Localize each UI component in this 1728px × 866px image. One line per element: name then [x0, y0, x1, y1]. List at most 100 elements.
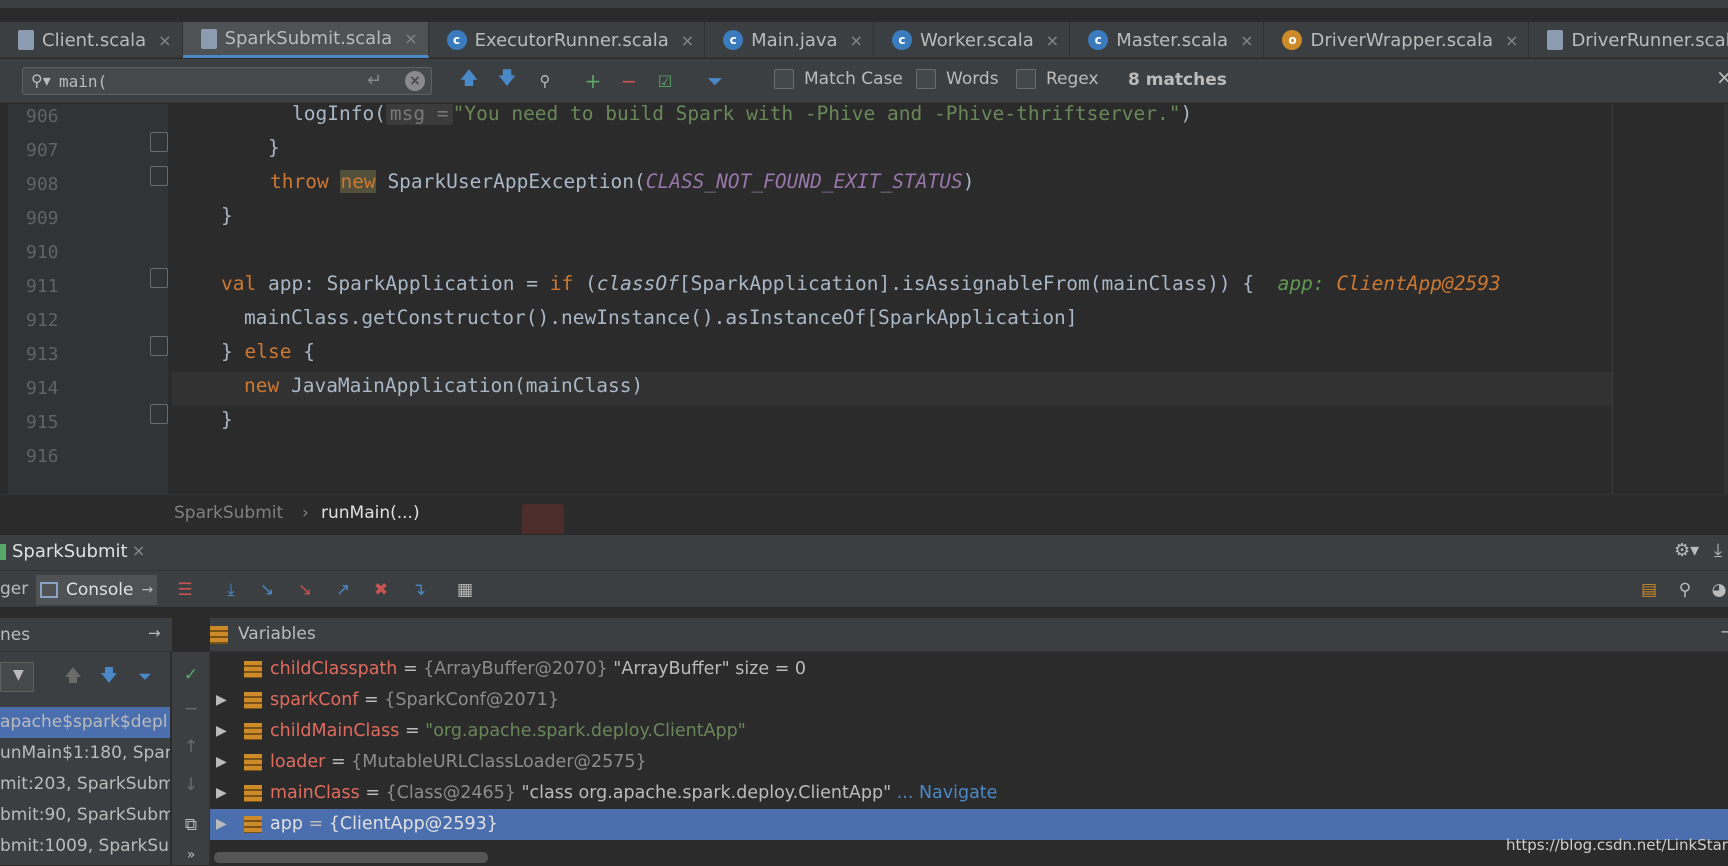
frame-label: apache$spark$depl	[0, 712, 168, 732]
previous-occurrence-icon[interactable]: 🡅	[458, 67, 480, 95]
variable-row[interactable]: ▶ mainClass = {Class@2465} "class org.ap…	[210, 778, 1728, 809]
find-bar: ⚲▾ main( ↵ × 🡅 🡇 ⚲ + − ☑ ⏷ Match Case Wo…	[0, 59, 1728, 103]
checkbox-box[interactable]	[774, 69, 794, 89]
expand-arrow-icon[interactable]: ▶	[216, 809, 227, 840]
tab-client-scala[interactable]: Client.scala ×	[0, 22, 183, 58]
session-tab-label[interactable]: SparkSubmit	[12, 541, 128, 562]
close-icon[interactable]: ×	[681, 31, 694, 50]
tab-main-java[interactable]: c Main.java ×	[705, 22, 874, 58]
tab-master-scala[interactable]: c Master.scala ×	[1070, 22, 1265, 58]
filter-icon[interactable]: ⏷	[702, 67, 728, 95]
evaluate-expression-icon[interactable]: ▦	[454, 579, 476, 601]
search-icon[interactable]: ⚲▾	[31, 71, 51, 90]
class-icon: c	[446, 30, 467, 50]
tab-executorrunner-scala[interactable]: c ExecutorRunner.scala ×	[429, 22, 706, 58]
breadcrumb-method[interactable]: runMain(...)	[321, 503, 420, 523]
pin-icon[interactable]: →	[148, 624, 161, 642]
run-to-cursor-icon[interactable]: ↴	[408, 579, 430, 601]
frame-row[interactable]: bmit:90, SparkSubmi	[0, 800, 170, 831]
filter-icon[interactable]: ⏷	[134, 666, 156, 688]
tab-console[interactable]: Console →	[36, 575, 158, 605]
regex-checkbox[interactable]: Regex	[1016, 69, 1099, 89]
frame-row[interactable]: mit:203, SparkSubmit	[0, 769, 170, 800]
minimize-icon[interactable]: ⤓	[1714, 540, 1722, 561]
navigate-link[interactable]: ... Navigate	[891, 783, 998, 803]
tab-debugger[interactable]: ger	[0, 579, 28, 599]
move-up-icon[interactable]: ↑	[180, 736, 202, 758]
close-icon[interactable]: ×	[132, 541, 145, 560]
memory-icon[interactable]: ◕	[1708, 579, 1728, 601]
fold-marker-icon[interactable]	[150, 404, 168, 424]
constant: CLASS_NOT_FOUND_EXIT_STATUS	[645, 170, 963, 193]
move-down-icon[interactable]: ↓	[180, 774, 202, 796]
frame-row[interactable]: unMain$1:180, Spark	[0, 738, 170, 769]
checkbox-box[interactable]	[1016, 69, 1036, 89]
show-execution-point-icon[interactable]: ☰	[174, 579, 196, 601]
select-all-occurrences-icon[interactable]: ⚲	[532, 67, 558, 95]
checkbox-box[interactable]	[916, 69, 936, 89]
close-icon[interactable]: ×	[1240, 31, 1253, 50]
step-out-icon[interactable]: ↗	[332, 579, 354, 601]
line-number: 906	[26, 106, 59, 127]
drop-frame-icon[interactable]: ✖	[370, 579, 392, 601]
remove-selection-icon[interactable]: −	[616, 67, 642, 95]
code-editor[interactable]: 906 907 908 909 910 911 912 913 914 915 …	[0, 104, 1728, 494]
add-selection-icon[interactable]: +	[580, 67, 606, 95]
fold-marker-icon[interactable]	[150, 166, 168, 186]
code-line-908: throw new SparkUserAppException(CLASS_NO…	[270, 165, 974, 199]
remove-watch-icon[interactable]: −	[180, 698, 202, 720]
tab-label: Worker.scala	[919, 29, 1034, 51]
pin-icon[interactable]: →	[142, 582, 154, 598]
clear-icon[interactable]: ×	[405, 71, 425, 91]
expand-arrow-icon[interactable]: ▶	[216, 716, 227, 747]
search-input[interactable]: ⚲▾ main( ↵ ×	[22, 67, 432, 95]
fold-marker-icon[interactable]	[150, 132, 168, 152]
variable-row[interactable]: ▶ app = {ClientApp@2593}	[210, 809, 1728, 840]
frame-down-icon[interactable]: 🡇	[98, 666, 120, 688]
force-step-into-icon[interactable]: ↘	[294, 579, 316, 601]
variable-row[interactable]: childClasspath = {ArrayBuffer@2070} "Arr…	[210, 654, 1728, 685]
expand-arrow-icon[interactable]: ▶	[216, 747, 227, 778]
tab-sparksubmit-scala[interactable]: SparkSubmit.scala ×	[182, 22, 429, 58]
minimize-icon[interactable]: −	[1720, 622, 1728, 641]
expand-arrow-icon[interactable]: ▶	[216, 685, 227, 716]
close-icon[interactable]: ×	[404, 29, 417, 48]
fold-marker-icon[interactable]	[150, 336, 168, 356]
field-icon	[244, 785, 262, 802]
variable-row[interactable]: ▶ sparkConf = {SparkConf@2071}	[210, 685, 1728, 716]
restore-layout-icon[interactable]: ▤	[1638, 579, 1660, 601]
thread-select[interactable]: ▼	[0, 662, 34, 692]
close-icon[interactable]: ×	[850, 31, 863, 50]
tab-worker-scala[interactable]: c Worker.scala ×	[874, 22, 1071, 58]
step-into-icon[interactable]: ↘	[256, 579, 278, 601]
expand-arrow-icon[interactable]: ▶	[216, 778, 227, 809]
close-icon[interactable]: ×	[158, 31, 171, 50]
variable-row[interactable]: ▶ childMainClass = "org.apache.spark.dep…	[210, 716, 1728, 747]
new-watch-icon[interactable]: ✓	[180, 664, 202, 686]
more-icon[interactable]: »	[180, 844, 202, 866]
frame-row[interactable]: apache$spark$depl	[0, 707, 170, 738]
keyword: else	[244, 340, 292, 363]
horizontal-scrollbar[interactable]	[214, 852, 488, 863]
frame-up-icon[interactable]: 🡅	[62, 666, 84, 688]
variable-row[interactable]: ▶ loader = {MutableURLClassLoader@2575}	[210, 747, 1728, 778]
match-case-checkbox[interactable]: Match Case	[774, 69, 903, 89]
close-icon[interactable]: ×	[1046, 31, 1059, 50]
step-over-icon[interactable]: ⤓	[220, 579, 242, 601]
tab-driverwrapper-scala[interactable]: o DriverWrapper.scala ×	[1264, 22, 1530, 58]
fold-marker-icon[interactable]	[150, 268, 168, 288]
keyword: if	[549, 272, 574, 295]
next-occurrence-icon[interactable]: 🡇	[496, 67, 518, 95]
words-checkbox[interactable]: Words	[916, 69, 999, 89]
select-all-icon[interactable]: ☑	[652, 67, 678, 95]
frame-row[interactable]: bmit:1009, SparkSu	[0, 831, 170, 862]
tab-driverrunner-scala[interactable]: DriverRunner.scala×	[1529, 22, 1728, 58]
settings-icon[interactable]: ⚲	[1674, 579, 1696, 601]
close-find-icon[interactable]: ×	[1716, 65, 1728, 89]
close-icon[interactable]: ×	[1505, 31, 1518, 50]
copy-icon[interactable]: ⧉	[180, 814, 202, 836]
variable-eq: =	[302, 814, 329, 834]
navigation-bar	[0, 0, 1728, 8]
gear-icon[interactable]: ⚙▾	[1674, 540, 1699, 561]
breadcrumb-class[interactable]: SparkSubmit	[174, 503, 283, 523]
